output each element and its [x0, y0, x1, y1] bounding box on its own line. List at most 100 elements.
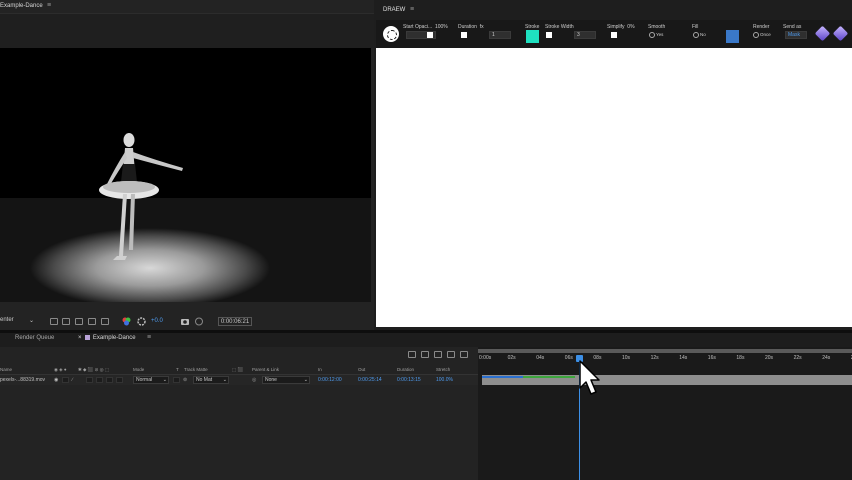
guides-icon[interactable] [88, 318, 96, 325]
composition-viewer-panel: Example-Dance ≡ enter ⌄ +0.0 0:00:06:21 [0, 0, 374, 330]
duration-checkbox[interactable] [461, 32, 467, 38]
frame-blending-icon[interactable] [447, 351, 455, 358]
color-channels-icon[interactable] [122, 317, 131, 326]
draew-panel: DRAEW ≡ Start Opaci... 100% Duration fx … [376, 0, 852, 330]
ruler-tick-label: 24s [822, 355, 831, 361]
stroke-width-input[interactable]: 3 [574, 31, 596, 39]
smooth-label: Smooth [648, 24, 666, 30]
mask-visibility-icon[interactable] [75, 318, 83, 325]
chevron-down-icon: ⌄ [222, 377, 227, 383]
ruler-tick-label: 14s [679, 355, 688, 361]
layer-bar-highlight-green [523, 376, 575, 378]
ruler-tick-label: 0:00s [479, 355, 492, 361]
timeline-toolbar [0, 347, 478, 363]
stroke-color-swatch[interactable] [526, 30, 539, 43]
layer-solo-switch[interactable] [62, 377, 69, 383]
layer-switch-3[interactable] [106, 377, 113, 383]
layer-name[interactable]: pexels-...88319.mov [0, 377, 45, 383]
header-link-switches: ⬚ ⬛ [232, 367, 244, 372]
ruler-tick-label: 20s [765, 355, 774, 361]
parent-pickwhip-icon[interactable]: ◎ [252, 377, 256, 383]
layer-column-headers: Name ◉ ◈ ● ✱ ◆ ⬛ ⊘ ◎ ⬚ Mode T Track Matt… [0, 365, 478, 375]
smooth-yes-radio[interactable]: Yes [649, 32, 663, 38]
draew-toolbar: Start Opaci... 100% Duration fx 1 Stroke… [376, 20, 852, 48]
region-of-interest-icon[interactable] [50, 318, 58, 325]
composition-mini-flowchart-icon[interactable] [408, 351, 416, 358]
table-row[interactable]: pexels-...88319.mov ◉ ∕ Normal ⌄ ⊚ No Mat… [0, 375, 478, 385]
send-as-dropdown[interactable]: Mask [785, 31, 807, 39]
duration-input[interactable]: 1 [489, 31, 511, 39]
header-parent-link[interactable]: Parent & Link [252, 367, 279, 372]
layer-quality-switch[interactable]: ∕ [72, 377, 73, 383]
render-once-radio[interactable]: Once [753, 32, 771, 38]
parent-dropdown[interactable]: None ⌄ [262, 376, 310, 384]
fast-preview-icon[interactable] [137, 317, 146, 326]
drawing-canvas[interactable] [376, 48, 852, 327]
view-dropdown[interactable]: enter ⌄ [0, 317, 34, 326]
diamond-draw-icon[interactable] [814, 25, 831, 42]
time-ruler[interactable]: 0:00s 02s 04s 06s 08s 10s 12s 14s 16s 18s 20s 22s 24… [478, 353, 852, 367]
header-stretch[interactable]: Stretch [436, 367, 450, 372]
view-dropdown-value: enter [0, 317, 14, 323]
simplify-checkbox[interactable] [611, 32, 617, 38]
ruler-tick-label: 12s [650, 355, 659, 361]
header-mode[interactable]: Mode [133, 367, 144, 372]
header-name[interactable]: Name [0, 367, 12, 372]
header-t[interactable]: T [176, 367, 179, 372]
layer-mode-dropdown[interactable]: Normal ⌄ [133, 376, 169, 384]
layer-stretch[interactable]: 100.0% [436, 377, 453, 383]
track-matte-value: No Mat [196, 377, 213, 383]
exposure-value[interactable]: +0.0 [151, 318, 163, 324]
draew-title[interactable]: DRAEW [383, 7, 405, 13]
tab-close-icon[interactable]: × [78, 335, 82, 341]
layer-duration[interactable]: 0:00:13:15 [397, 377, 421, 383]
show-snapshot-icon[interactable] [194, 317, 204, 326]
viewer-header: Example-Dance ≡ [0, 0, 374, 14]
timeline-tabs: Render Queue × Example-Dance ≡ [0, 333, 852, 347]
timeline-tracks[interactable]: 0:00s 02s 04s 06s 08s 10s 12s 14s 16s 18s 20s 22s 24… [478, 347, 852, 480]
duration-label: Duration fx [458, 24, 484, 30]
ruler-tick-label: 10s [622, 355, 631, 361]
layer-mode-value: Normal [136, 377, 153, 383]
diamond-send-icon[interactable] [832, 25, 849, 42]
current-time-display[interactable]: 0:00:06:21 [218, 317, 252, 326]
3d-view-icon[interactable] [101, 318, 109, 325]
layer-video-switch[interactable]: ◉ [54, 377, 58, 383]
transparency-grid-icon[interactable] [62, 318, 70, 325]
timeline-menu-icon[interactable]: ≡ [147, 334, 151, 341]
viewer-tab-title[interactable]: Example-Dance [0, 3, 43, 9]
matte-link-icon[interactable]: ⊚ [183, 377, 187, 383]
header-duration[interactable]: Duration [397, 367, 414, 372]
layer-switch-2[interactable] [96, 377, 103, 383]
tab-example-dance[interactable]: × Example-Dance [78, 335, 136, 341]
stroke-width-checkbox[interactable] [546, 32, 552, 38]
shy-layers-icon[interactable] [434, 351, 442, 358]
layer-switch-4[interactable] [116, 377, 123, 383]
ruler-tick-label: 18s [736, 355, 745, 361]
chevron-down-icon: ⌄ [162, 377, 167, 383]
video-preview[interactable] [0, 48, 371, 302]
draew-menu-icon[interactable]: ≡ [410, 6, 414, 13]
layer-out-point[interactable]: 0:00:25:14 [358, 377, 382, 383]
composition-icon [84, 335, 90, 340]
draew-logo-icon[interactable] [383, 26, 399, 42]
layer-switch-1[interactable] [86, 377, 93, 383]
draft-3d-icon[interactable] [421, 351, 429, 358]
viewer-subheader [0, 14, 374, 48]
track-matte-dropdown[interactable]: No Mat ⌄ [193, 376, 229, 384]
camera-snapshot-icon[interactable] [180, 317, 190, 326]
mouse-cursor-icon [579, 360, 600, 395]
header-out[interactable]: Out [358, 367, 365, 372]
start-opacity-checkbox[interactable] [427, 32, 433, 38]
tab-render-queue[interactable]: Render Queue [15, 335, 54, 341]
ruler-tick-label: 06s [564, 355, 573, 361]
header-av-switches: ◉ ◈ ● [54, 367, 67, 372]
header-track-matte[interactable]: Track Matte [184, 367, 208, 372]
motion-blur-icon[interactable] [460, 351, 468, 358]
header-in[interactable]: In [318, 367, 322, 372]
fill-no-radio[interactable]: No [693, 32, 706, 38]
layer-in-point[interactable]: 0:00:12:00 [318, 377, 342, 383]
viewer-menu-icon[interactable]: ≡ [47, 2, 51, 9]
fill-color-swatch[interactable] [726, 30, 739, 43]
preserve-transparency-checkbox[interactable] [173, 377, 180, 383]
